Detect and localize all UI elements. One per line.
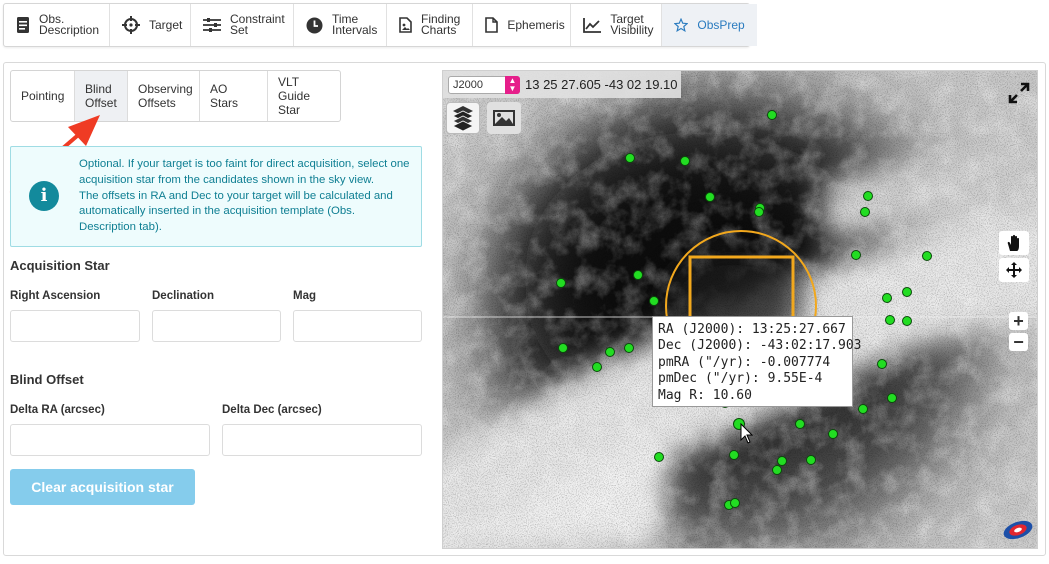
tooltip-dec: Dec (J2000): -43:02:17.903: [658, 338, 862, 354]
tab-obs-description[interactable]: Obs. Description: [4, 4, 110, 46]
tab-finding-charts[interactable]: Finding Charts: [387, 4, 474, 46]
dec-label: Declination: [152, 290, 214, 302]
dec-field[interactable]: [152, 310, 281, 342]
layers-icon: [452, 106, 474, 132]
zoom-in-button[interactable]: +: [1009, 310, 1028, 331]
tab-label: Charts: [421, 23, 457, 37]
tab-target-visibility[interactable]: Target Visibility: [571, 4, 663, 46]
sliders-icon: [203, 18, 221, 32]
move-button[interactable]: [999, 258, 1029, 282]
file-icon: [485, 17, 499, 33]
tab-ephemeris[interactable]: Ephemeris: [473, 4, 572, 46]
tab-obsprep[interactable]: ObsPrep: [662, 4, 757, 46]
crosshair-icon: [122, 16, 140, 34]
document-icon: [17, 17, 29, 33]
mag-label: Mag: [293, 290, 316, 302]
subtab-label: Blind: [85, 82, 112, 96]
acquisition-star-heading: Acquisition Star: [10, 258, 110, 273]
info-icon: i: [29, 181, 59, 211]
zoom-out-button[interactable]: −: [1009, 331, 1028, 352]
minus-icon: −: [1013, 331, 1024, 352]
image-survey-button[interactable]: [487, 102, 521, 134]
clear-acquisition-star-button[interactable]: Clear acquisition star: [10, 469, 195, 505]
sky-view[interactable]: J2000 ▲ ▼ 13 25 27.605 -43 02 19.10 + − …: [442, 70, 1038, 549]
tab-label: Intervals: [332, 23, 378, 37]
hand-icon: [1007, 234, 1019, 251]
info-line: acquisition star from the candidates sho…: [79, 173, 375, 186]
tab-label: Visibility: [610, 23, 654, 37]
subtab-label: Offsets: [138, 96, 176, 110]
delta-dec-label: Delta Dec (arcsec): [222, 404, 322, 416]
star-tooltip: RA (J2000): 13:25:27.667 Dec (J2000): -4…: [652, 316, 862, 407]
top-tab-bar: Obs. Description Target Constraint Set Tim…: [3, 3, 757, 47]
subtab-vlt-guide-star[interactable]: VLT Guide Star: [268, 71, 340, 121]
subtab-label: Observing: [138, 82, 193, 96]
select-arrow-icon: ▲ ▼: [505, 75, 520, 94]
subtab-ao-stars[interactable]: AO Stars: [200, 71, 268, 121]
tooltip-pmdec: pmDec ("/yr): 9.55E-4: [658, 371, 823, 387]
mag-field[interactable]: [293, 310, 422, 342]
info-text: Optional. If your target is too faint fo…: [79, 157, 414, 236]
tab-label: ObsPrep: [697, 17, 745, 32]
delta-ra-field[interactable]: [10, 424, 210, 456]
image-icon: [493, 110, 515, 126]
subtab-label: VLT Guide: [278, 75, 311, 103]
subtab-observing-offsets[interactable]: Observing Offsets: [128, 71, 200, 121]
tab-target[interactable]: Target: [110, 4, 191, 46]
move-arrows-icon: [1006, 262, 1022, 278]
clock-icon: [306, 17, 323, 33]
tab-label: Description: [39, 23, 100, 37]
star-icon: [674, 18, 689, 32]
pan-button[interactable]: [999, 231, 1029, 255]
tab-label: Target: [149, 17, 183, 32]
subtab-label: AO Stars: [210, 82, 239, 110]
tab-time-intervals[interactable]: Time Intervals: [294, 4, 387, 46]
ra-field[interactable]: [10, 310, 140, 342]
cursor-coordinates: 13 25 27.605 -43 02 19.10: [525, 77, 678, 92]
coordinate-bar: J2000 ▲ ▼ 13 25 27.605 -43 02 19.10: [443, 71, 681, 98]
ra-label: Right Ascension: [10, 290, 101, 302]
subtab-label: Star: [278, 103, 301, 117]
info-line: Description tab).: [79, 221, 162, 234]
tooltip-pmra: pmRA ("/yr): -0.007774: [658, 354, 831, 370]
tooltip-mag: Mag R: 10.60: [658, 387, 752, 403]
info-line: Optional. If your target is too faint fo…: [79, 158, 410, 170]
info-line: automatically inserted in the acquisitio…: [79, 205, 356, 218]
image-file-icon: [399, 17, 412, 33]
layers-button[interactable]: [446, 102, 480, 134]
tab-label: Ephemeris: [507, 17, 565, 32]
fullscreen-icon[interactable]: [1008, 82, 1030, 104]
frame-value: J2000: [453, 78, 483, 91]
sky-image[interactable]: [443, 71, 1038, 549]
plus-icon: +: [1013, 310, 1024, 331]
info-line: The offsets in RA and Dec to your target…: [79, 189, 393, 202]
delta-dec-field[interactable]: [222, 424, 422, 456]
info-message-box: i Optional. If your target is too faint …: [10, 146, 422, 247]
tab-constraint-set[interactable]: Constraint Set: [191, 4, 294, 46]
tooltip-ra: RA (J2000): 13:25:27.667: [658, 322, 846, 337]
frame-select[interactable]: J2000 ▲ ▼: [448, 75, 520, 94]
line-chart-icon: [583, 17, 602, 33]
blind-offset-heading: Blind Offset: [10, 372, 84, 387]
tab-label: Set: [230, 23, 249, 37]
delta-ra-label: Delta RA (arcsec): [10, 404, 105, 416]
